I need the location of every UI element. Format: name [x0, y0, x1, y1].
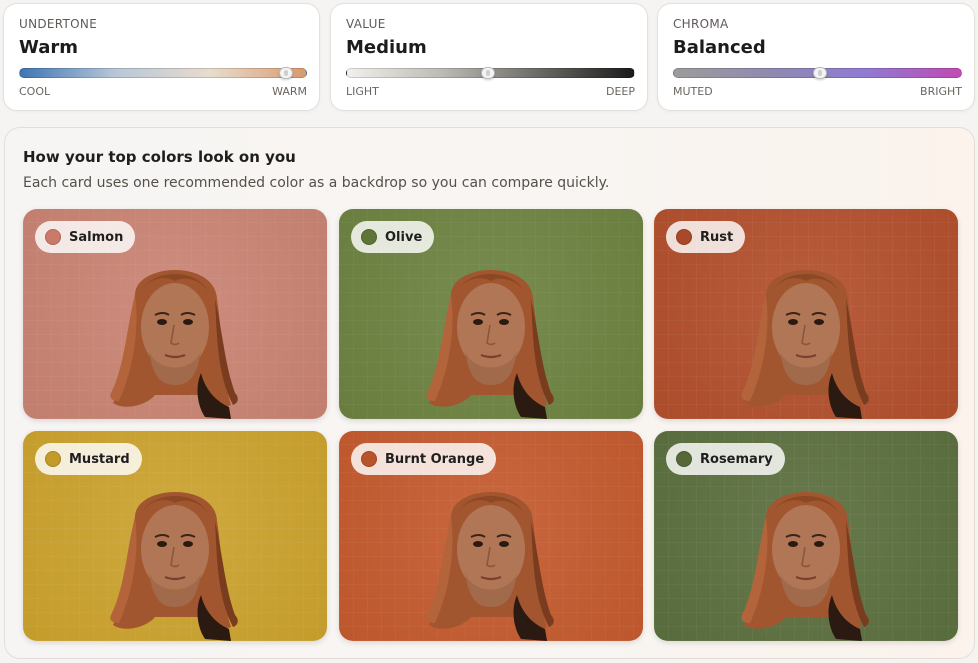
swatch-chip: Olive — [351, 221, 435, 253]
swatch-card-mustard[interactable]: Mustard — [23, 431, 327, 641]
chroma-slider[interactable] — [673, 67, 962, 79]
swatch-name: Rust — [700, 229, 734, 245]
undertone-slider-thumb[interactable] — [278, 67, 293, 79]
swatch-card-burnt-orange[interactable]: Burnt Orange — [339, 431, 643, 641]
face-portrait — [741, 492, 869, 641]
swatch-chip: Mustard — [35, 443, 142, 475]
value-slider[interactable] — [346, 67, 635, 79]
swatch-card-rust[interactable]: Rust — [654, 209, 958, 419]
swatch-card-olive[interactable]: Olive — [339, 209, 643, 419]
chroma-low-label: MUTED — [673, 85, 713, 98]
undertone-high-label: WARM — [272, 85, 307, 98]
color-dot — [45, 229, 61, 245]
chroma-label: CHROMA — [673, 17, 729, 31]
value-low-label: LIGHT — [346, 85, 379, 98]
color-dot — [676, 451, 692, 467]
undertone-value: Warm — [19, 37, 78, 58]
value-slider-thumb[interactable] — [480, 67, 495, 79]
face-portrait — [426, 492, 554, 641]
swatch-name: Mustard — [69, 451, 130, 467]
color-preview-panel: How your top colors look on you Each car… — [4, 127, 975, 659]
swatch-chip: Rust — [666, 221, 746, 253]
swatch-name: Rosemary — [700, 451, 773, 467]
undertone-low-label: COOL — [19, 85, 51, 98]
swatch-chip: Burnt Orange — [351, 443, 497, 475]
chroma-slider-thumb[interactable] — [813, 67, 828, 79]
chroma-high-label: BRIGHT — [920, 85, 962, 98]
swatch-name: Burnt Orange — [385, 451, 485, 467]
swatch-card-salmon[interactable]: Salmon — [23, 209, 327, 419]
value-card: VALUE Medium LIGHT DEEP — [330, 3, 648, 111]
panel-subtitle: Each card uses one recommended color as … — [23, 175, 610, 191]
undertone-card: UNDERTONE Warm COOL WARM — [3, 3, 320, 111]
swatch-card-rosemary[interactable]: Rosemary — [654, 431, 958, 641]
value-value: Medium — [346, 37, 427, 58]
swatch-chip: Rosemary — [666, 443, 785, 475]
panel-title: How your top colors look on you — [23, 148, 296, 166]
swatch-name: Salmon — [69, 229, 124, 245]
face-portrait — [110, 492, 238, 641]
color-dot — [676, 229, 692, 245]
swatch-name: Olive — [385, 229, 423, 245]
face-portrait — [110, 270, 238, 419]
face-portrait — [426, 270, 554, 419]
undertone-slider[interactable] — [19, 67, 307, 79]
chroma-value: Balanced — [673, 37, 766, 58]
value-label: VALUE — [346, 17, 386, 31]
undertone-label: UNDERTONE — [19, 17, 98, 31]
color-dot — [361, 451, 377, 467]
color-dot — [45, 451, 61, 467]
chroma-card: CHROMA Balanced MUTED BRIGHT — [657, 3, 975, 111]
color-dot — [361, 229, 377, 245]
value-high-label: DEEP — [605, 85, 635, 98]
face-portrait — [741, 270, 869, 419]
swatch-chip: Salmon — [35, 221, 136, 253]
